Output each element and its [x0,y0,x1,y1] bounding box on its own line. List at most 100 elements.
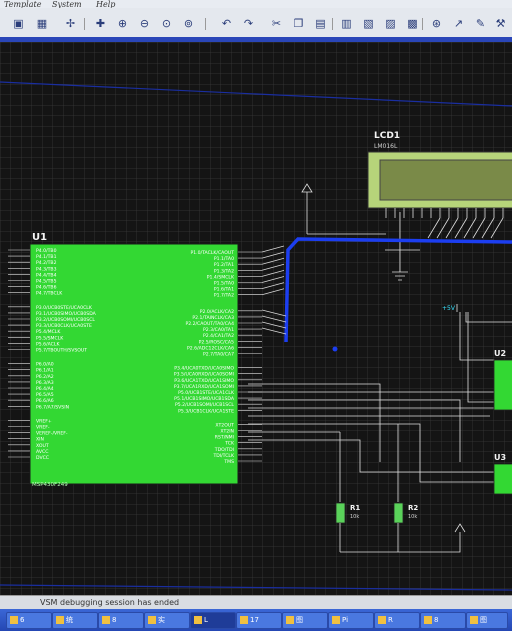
mcu-pin-label-left: XIN [36,437,44,443]
power-label: +5V [442,305,456,312]
mcu-pin-label-right: P2.0/ACLK/CA2 [200,309,234,315]
mcu-pin-label-right: P1.7/TA2 [214,293,234,299]
mcu-pin-label-left: P5.4/MCLK [36,329,61,335]
mcu-pin-label-right: P3.5/UCA0RXD/UCA0SOMI [174,372,234,378]
paste-icon[interactable]: ▤ [314,17,327,30]
mcu-pin-label-right: P1.3/TA2 [214,268,234,274]
app-icon [286,616,294,624]
block-copy-icon[interactable]: ▥ [340,17,353,30]
taskbar-item[interactable]: 6 [6,612,52,629]
mcu-pin-label-right: TDI/TCLK [212,453,235,459]
zoom-in-icon[interactable]: ⊕ [116,17,129,30]
mcu-pin-label-right: P2.3/CA0/TA1 [203,327,234,333]
cut-icon[interactable]: ✂ [270,17,283,30]
mcu-pin-label-right: P2.7/TA0/CA7 [203,352,234,358]
copy-icon[interactable]: ❐ [292,17,305,30]
r2-ref-label: R2 [408,504,418,512]
taskbar-item[interactable]: 图 [466,612,508,629]
mcu-pin-label-left: P4.4/TB4 [36,272,57,278]
mcu-pin-label-right: P1.6/TA1 [214,287,234,293]
app-icon [56,616,64,624]
mcu-pin-label-left: P3.2/UCB0SOMI/UCB0SCL [36,317,95,323]
mcu-pin-label-right: P5.2/UCB1SOMI/UCB1SCL [175,402,234,408]
r1-ref-label: R1 [350,504,360,512]
mcu-pin-label-right: P2.5/ROSC/CA5 [199,339,234,345]
block-rotate-icon[interactable]: ▨ [384,17,397,30]
mcu-pin-label-right: P1.0/TACLK/CAOUT [190,250,234,256]
taskbar-item[interactable]: 8 [420,612,466,629]
mcu-pin-label-left: P6.5/A5 [36,392,54,398]
mcu-pin-label-left: P5.7/TBOUTH/SVSOUT [36,348,87,354]
mcu-pin-label-left: P6.0/A0 [36,362,54,368]
mcu-pin-label-left: P6.2/A2 [36,374,54,380]
mcu-pin-label-left: P3.0/UCB0STE/UCA0CLK [36,305,93,311]
taskbar-item[interactable]: 17 [236,612,282,629]
redo-icon[interactable]: ↷ [242,17,255,30]
app-icon [378,616,386,624]
mcu-chip[interactable]: U1 MSP430F249 P4.0/TB0P4.1/TB1P4.2/TB2P4… [8,232,262,488]
zoom-area-icon[interactable]: ⊚ [182,17,195,30]
taskbar-item[interactable]: R [374,612,420,629]
mcu-pin-label-right: RST/NMI [215,435,234,441]
taskbar-item-active[interactable]: L [190,612,236,629]
mcu-pin-label-right: TDO/TDI [214,447,234,453]
pan-icon[interactable]: ✚ [94,17,107,30]
mcu-pin-label-left: P4.7/TBCLK [36,291,63,297]
app-icon [148,616,156,624]
mcu-pin-label-left: VEREF-/VREF- [36,431,68,437]
taskbar-item[interactable]: 8 [98,612,144,629]
mcu-pin-label-right: P2.4/CA1/TA2 [203,333,234,339]
grid-icon[interactable]: ▦ [32,17,52,30]
mcu-pin-label-right: P2.2/CAOUT/TA0/CA4 [185,321,234,327]
mcu-part-label: MSP430F249 [32,482,68,488]
mcu-pin-label-right: P1.5/TA0 [214,281,234,287]
zoom-out-icon[interactable]: ⊖ [138,17,151,30]
mcu-pin-label-right: P1.2/TA1 [214,262,234,268]
mcu-pin-label-left: P4.0/TB0 [36,248,57,254]
mcu-pin-label-right: P3.4/UCA0TXD/UCA0SIMO [174,366,234,372]
package-tool-icon[interactable]: ✎ [474,17,487,30]
schematic-canvas[interactable]: LCD1 LM016L +5V U1 MSP430F249 P4.0/TB0 P4… [0,42,512,595]
decompose-icon[interactable]: ⚒ [494,17,507,30]
taskbar-item[interactable]: 统 [52,612,98,629]
mcu-pin-label-left: P4.2/TB2 [36,260,57,266]
mcu-pin-label-right: XT2OUT [215,422,234,428]
mcu-pin-label-right: P1.4/SMCLK [207,274,235,280]
mcu-pin-label-left: P4.6/TB6 [36,285,57,291]
origin-icon[interactable]: ✢ [64,17,77,30]
taskbar-item[interactable]: 实 [144,612,190,629]
mcu-pin-label-right: P3.7/UCA1RXD/UCA1SOMI [174,384,234,390]
lcd-part-label: LM016L [374,143,398,150]
zoom-all-icon[interactable]: ⊙ [160,17,173,30]
block-delete-icon[interactable]: ▩ [406,17,419,30]
lcd-ref-label: LCD1 [374,131,400,141]
status-bar: VSM debugging session has ended [0,595,512,610]
app-icon [10,616,18,624]
app-icon [102,616,110,624]
taskbar-item[interactable]: 图 [282,612,328,629]
taskbar-item[interactable]: Pi [328,612,374,629]
toolbar: ▣ ▦ ✢ ✚ ⊕ ⊖ ⊙ ⊚ ↶ ↷ ✂ ❐ ▤ ▥ ▧ ▨ ▩ ⊛ ↗ ✎ … [0,8,512,39]
mcu-pin-label-right: TMS [223,459,234,465]
pick-device-icon[interactable]: ⊛ [430,17,443,30]
mcu-pin-label-left: P3.3/UCB0CLK/UCA0STE [36,323,92,329]
mcu-pin-label-left: AVCC [36,449,48,455]
windows-taskbar: 6 统 8 实 L 17 图 Pi R 8 图 [0,609,512,631]
mcu-pin-label-left: P6.7/A7/SVSIN [36,404,69,410]
mcu-pin-label-left: P6.3/A3 [36,380,54,386]
block-move-icon[interactable]: ▧ [362,17,375,30]
status-message: VSM debugging session has ended [40,598,180,607]
make-device-icon[interactable]: ↗ [452,17,465,30]
u2-ref-label: U2 [494,349,506,358]
u3-body [493,463,512,495]
mcu-pin-label-left: P4.1/TB1 [36,254,57,260]
mcu-pin-label-right: TCK [224,441,235,447]
mcu-pin-label-left: P6.1/A1 [36,368,54,374]
save-icon[interactable]: ▣ [12,17,25,30]
mcu-pin-label-right: XT2IN [220,429,234,435]
undo-icon[interactable]: ↶ [220,17,233,30]
mcu-pin-label-left: P3.1/UCB0SIMO/UCB0SDA [36,311,97,317]
mcu-pin-label-left: VREF+ [36,418,52,424]
mcu-pin-label-left: P4.3/TB3 [36,266,57,272]
u2-body [493,359,512,411]
